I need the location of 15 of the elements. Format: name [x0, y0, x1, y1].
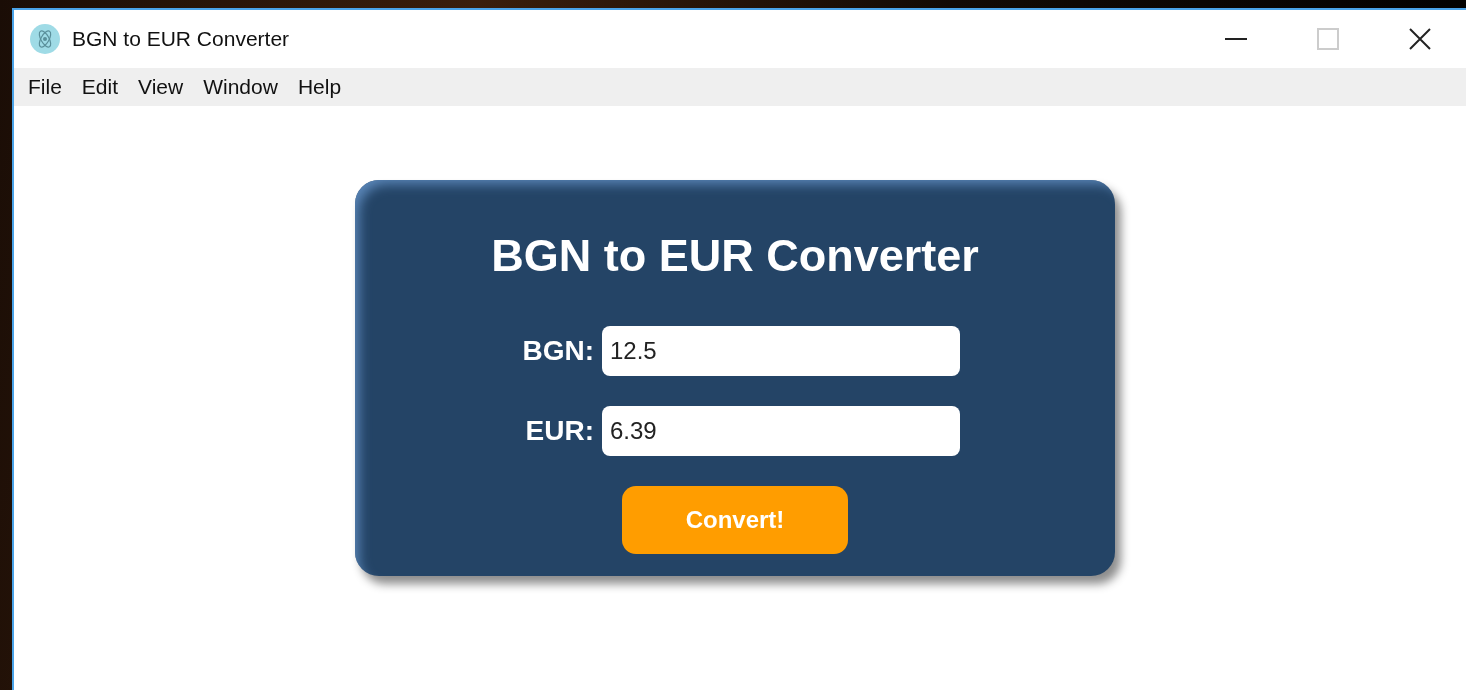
- menu-item[interactable]: Edit: [71, 75, 129, 99]
- window-title: BGN to EUR Converter: [72, 27, 291, 51]
- menu-item[interactable]: Help: [287, 75, 352, 99]
- field-label: EUR:: [524, 415, 594, 447]
- close-icon: [1409, 28, 1431, 50]
- field-label: BGN:: [521, 335, 594, 367]
- input-field[interactable]: 6.39: [602, 406, 960, 456]
- converter-heading: BGN to EUR Converter: [491, 230, 979, 282]
- input-field[interactable]: 12.5: [602, 326, 960, 376]
- menu-item[interactable]: Window: [193, 75, 288, 99]
- minimize-icon: [1225, 38, 1247, 40]
- maximize-icon: [1317, 28, 1339, 50]
- atom-icon: [30, 24, 60, 54]
- menu-item[interactable]: View: [128, 75, 194, 99]
- menu-item[interactable]: File: [18, 75, 72, 99]
